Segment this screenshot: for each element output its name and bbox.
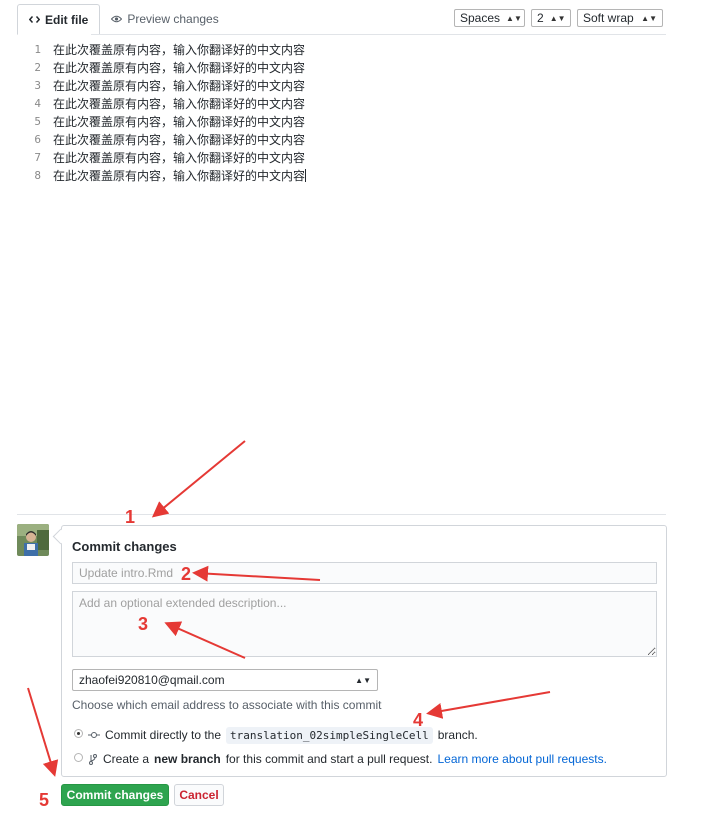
git-commit-icon bbox=[88, 732, 100, 738]
commit-form-title: Commit changes bbox=[72, 539, 177, 554]
line-number: 1 bbox=[34, 42, 41, 56]
indent-size-value: 2 bbox=[537, 11, 544, 25]
tab-preview-changes[interactable]: Preview changes bbox=[100, 4, 229, 33]
line-text: 在此次覆盖原有内容，输入你翻译好的中文内容 bbox=[53, 168, 306, 183]
line-text: 在此次覆盖原有内容，输入你翻译好的中文内容 bbox=[53, 150, 306, 165]
text-cursor bbox=[305, 168, 307, 182]
commit-email-value: zhaofei920810@qmail.com bbox=[79, 673, 225, 687]
editor-line: 4 在此次覆盖原有内容，输入你翻译好的中文内容 bbox=[17, 94, 667, 112]
line-text: 在此次覆盖原有内容，输入你翻译好的中文内容 bbox=[53, 114, 306, 129]
line-number: 7 bbox=[34, 150, 41, 164]
line-number: 2 bbox=[34, 60, 41, 74]
annotation-arrow-5 bbox=[27, 687, 59, 777]
tab-edit-file[interactable]: Edit file bbox=[17, 4, 101, 35]
chevron-updown-icon: ▲▼ bbox=[506, 13, 522, 23]
line-text: 在此次覆盖原有内容，输入你翻译好的中文内容 bbox=[53, 78, 306, 93]
editor-tabs: Edit file Preview changes bbox=[17, 4, 230, 35]
commit-changes-button[interactable]: Commit changes bbox=[61, 784, 169, 806]
wrap-mode-select[interactable]: Soft wrap ▲▼ bbox=[577, 9, 663, 27]
indent-mode-select[interactable]: Spaces ▲▼ bbox=[454, 9, 525, 27]
line-text: 在此次覆盖原有内容，输入你翻译好的中文内容 bbox=[53, 60, 306, 75]
line-text: 在此次覆盖原有内容，输入你翻译好的中文内容 bbox=[53, 96, 306, 111]
commit-email-select[interactable]: zhaofei920810@qmail.com ▲▼ bbox=[72, 669, 378, 691]
line-number: 8 bbox=[34, 168, 41, 182]
editor-line: 5 在此次覆盖原有内容，输入你翻译好的中文内容 bbox=[17, 112, 667, 130]
tab-preview-label: Preview changes bbox=[127, 11, 219, 26]
line-text: 在此次覆盖原有内容，输入你翻译好的中文内容 bbox=[53, 132, 306, 147]
avatar[interactable] bbox=[17, 524, 49, 556]
learn-more-link[interactable]: Learn more about pull requests. bbox=[437, 752, 606, 766]
tab-bar-divider bbox=[91, 34, 666, 35]
annotation-arrow-1 bbox=[151, 440, 246, 518]
annotation-number-1: 1 bbox=[125, 507, 135, 527]
code-editor[interactable]: 1 在此次覆盖原有内容，输入你翻译好的中文内容 2 在此次覆盖原有内容，输入你翻译好… bbox=[17, 40, 667, 190]
eye-icon bbox=[111, 15, 123, 22]
editor-line: 8 在此次覆盖原有内容，输入你翻译好的中文内容 bbox=[17, 166, 667, 184]
new-branch-prefix: Create a bbox=[103, 752, 150, 766]
commit-description-input[interactable] bbox=[72, 591, 657, 657]
editor-line: 1 在此次覆盖原有内容，输入你翻译好的中文内容 bbox=[17, 40, 667, 58]
commit-directly-option[interactable]: Commit directly to the translation_02sim… bbox=[88, 726, 478, 744]
avatar-image bbox=[17, 524, 49, 556]
new-branch-suffix: for this commit and start a pull request… bbox=[225, 752, 433, 766]
indent-size-select[interactable]: 2 ▲▼ bbox=[531, 9, 571, 27]
editor-line: 3 在此次覆盖原有内容，输入你翻译好的中文内容 bbox=[17, 76, 667, 94]
line-number: 4 bbox=[34, 96, 41, 110]
line-number: 6 bbox=[34, 132, 41, 146]
editor-line: 2 在此次覆盖原有内容，输入你翻译好的中文内容 bbox=[17, 58, 667, 76]
chevron-updown-icon: ▲▼ bbox=[641, 13, 657, 23]
chevron-updown-icon: ▲▼ bbox=[355, 675, 371, 685]
editor-options: Spaces ▲▼ 2 ▲▼ Soft wrap ▲▼ bbox=[454, 9, 663, 27]
commit-summary-input[interactable] bbox=[72, 562, 657, 584]
indent-mode-value: Spaces bbox=[460, 11, 501, 25]
new-branch-option[interactable]: Create a new branch for this commit and … bbox=[88, 750, 607, 768]
chevron-updown-icon: ▲▼ bbox=[549, 13, 566, 23]
git-branch-icon bbox=[89, 754, 97, 765]
section-divider bbox=[17, 514, 666, 515]
code-icon bbox=[29, 15, 40, 24]
commit-directly-radio[interactable] bbox=[74, 729, 83, 738]
line-text: 在此次覆盖原有内容，输入你翻译好的中文内容 bbox=[53, 42, 306, 57]
new-branch-radio[interactable] bbox=[74, 753, 83, 762]
line-number: 3 bbox=[34, 78, 41, 92]
commit-directly-prefix: Commit directly to the bbox=[105, 728, 222, 742]
branch-name: translation_02simpleSingleCell bbox=[226, 726, 433, 744]
cancel-button[interactable]: Cancel bbox=[174, 784, 224, 806]
editor-line: 7 在此次覆盖原有内容，输入你翻译好的中文内容 bbox=[17, 148, 667, 166]
editor-line: 6 在此次覆盖原有内容，输入你翻译好的中文内容 bbox=[17, 130, 667, 148]
new-branch-bold: new branch bbox=[154, 752, 221, 766]
line-number: 5 bbox=[34, 114, 41, 128]
wrap-mode-value: Soft wrap bbox=[583, 11, 634, 25]
commit-email-note: Choose which email address to associate … bbox=[72, 698, 382, 712]
annotation-number-5: 5 bbox=[39, 790, 49, 810]
commit-directly-suffix: branch. bbox=[437, 728, 478, 742]
tab-edit-label: Edit file bbox=[45, 12, 89, 27]
